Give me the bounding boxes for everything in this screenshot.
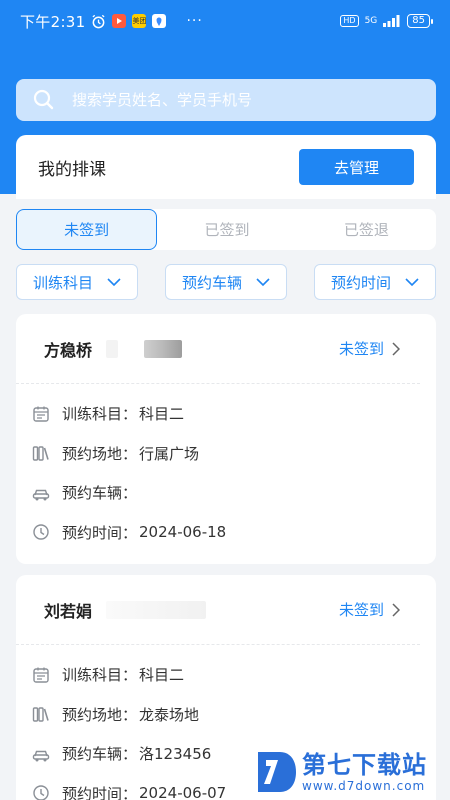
calendar-icon [33,406,49,422]
clock-icon [33,524,49,540]
watermark-text: 第七下载站 www.d7down.com [302,751,427,793]
calendar-icon [33,667,49,683]
tab-signed-in[interactable]: 已签到 [157,209,296,250]
detail-row-venue: 预约场地： 行属广场 [32,434,436,474]
detail-label: 预约车辆： [62,745,138,764]
detail-label: 预约时间： [62,784,138,800]
card-header: 方稳桥 未签到 [16,314,420,384]
redacted-phone [106,600,207,619]
network-type: 5G [364,16,378,26]
detail-label: 预约场地： [62,444,138,463]
student-name: 刘若娟 [44,601,93,621]
sign-status-label: 未签到 [338,601,384,619]
detail-label: 预约车辆： [62,484,138,503]
car-icon [32,750,50,762]
meituan-app-icon: 美团 [132,14,147,28]
tab-not-signed-in[interactable]: 未签到 [16,209,158,250]
chevron-down-icon [256,277,270,286]
venue-icon [32,446,49,461]
chevron-right-icon [392,341,400,356]
redacted-phone [106,339,119,358]
status-right: HD 5G 85 [340,14,433,28]
more-notifications-icon: ··· [186,13,203,29]
filter-label: 训练科目 [32,273,93,292]
detail-row-subject: 训练科目： 科目二 [32,394,436,434]
status-bar: 下午2:31 美团 ··· HD 5G 85 [0,0,450,42]
detail-label: 训练科目： [62,405,138,424]
detail-label: 预约场地： [62,705,138,724]
chevron-down-icon [107,277,121,286]
d7-logo-icon [258,752,296,792]
chevron-right-icon [392,602,400,617]
video-app-icon [112,14,127,28]
clock-icon [33,785,49,800]
signal-icon [383,15,401,27]
detail-label: 训练科目： [62,666,138,685]
tab-signed-out[interactable]: 已签退 [297,209,436,250]
filter-booked-time[interactable]: 预约时间 [314,264,436,300]
redacted-phone [144,339,183,358]
sign-status-link[interactable]: 未签到 [339,338,400,359]
card-header: 刘若娟 未签到 [16,575,420,645]
detail-row-time: 预约时间： 2024-06-18 [32,513,436,553]
filter-label: 预约时间 [330,273,391,292]
sign-status-label: 未签到 [338,340,384,358]
schedule-title: 我的排课 [38,159,106,180]
filter-label: 预约车辆 [181,273,242,292]
status-time: 下午2:31 [20,12,86,31]
detail-value: 科目二 [139,666,185,685]
my-schedule-card: 我的排课 去管理 [16,135,436,199]
car-icon [32,489,50,501]
chevron-down-icon [405,277,419,286]
detail-value: 科目二 [139,405,185,424]
battery-indicator: 85 [407,14,433,28]
venue-icon [32,707,49,722]
detail-value: 洛123456 [139,745,212,764]
status-left: 下午2:31 美团 ··· [20,11,203,32]
search-input[interactable] [72,91,436,109]
alarm-icon [91,14,106,29]
detail-label: 预约时间： [62,523,138,542]
watermark-url: www.d7down.com [302,779,426,793]
filter-booked-vehicle[interactable]: 预约车辆 [165,264,287,300]
sign-status-link[interactable]: 未签到 [339,599,400,620]
hd-badge: HD [340,15,359,27]
detail-value: 行属广场 [139,444,200,463]
detail-value: 龙泰场地 [139,705,200,724]
map-app-icon [152,14,167,28]
card-details: 训练科目： 科目二 预约场地： 行属广场 预约车辆： 预约时间： 2024-06… [16,384,436,552]
sign-status-tabs: 未签到 已签到 已签退 [16,209,436,250]
detail-row-venue: 预约场地： 龙泰场地 [32,695,436,735]
search-bar[interactable] [16,79,436,121]
filter-training-subject[interactable]: 训练科目 [16,264,138,300]
student-card[interactable]: 方稳桥 未签到 训练科目： 科目二 预约场地： 行属广场 预约车辆： 预约时间：… [16,314,436,564]
detail-value: 2024-06-07 [139,784,227,800]
detail-value: 2024-06-18 [139,523,227,542]
detail-row-subject: 训练科目： 科目二 [32,655,436,695]
detail-row-vehicle: 预约车辆： [32,473,436,513]
manage-button[interactable]: 去管理 [299,149,414,185]
site-watermark: 第七下载站 www.d7down.com [252,744,450,800]
search-icon [33,89,54,110]
student-name: 方稳桥 [44,340,93,360]
filter-bar: 训练科目 预约车辆 预约时间 [16,264,436,300]
watermark-title: 第七下载站 [302,751,427,779]
